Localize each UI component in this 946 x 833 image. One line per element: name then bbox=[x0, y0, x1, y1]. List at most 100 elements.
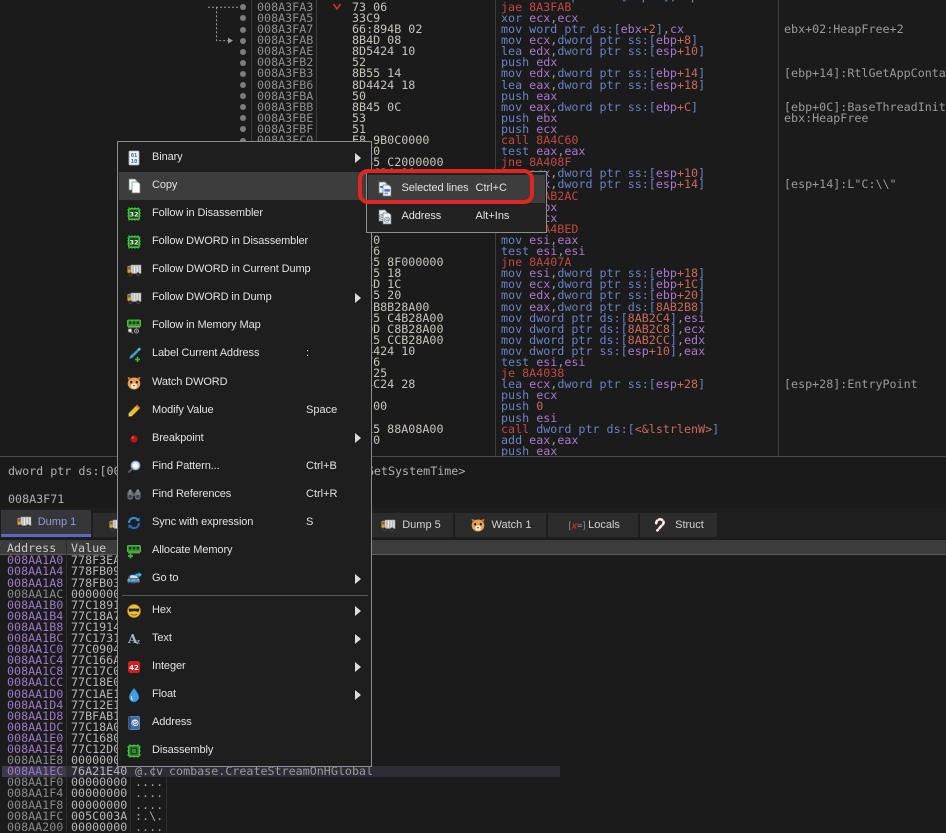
binary-icon: 01 10 bbox=[126, 150, 142, 166]
instruction-comment: ebx+02:HeapFree+2 bbox=[784, 24, 904, 36]
submenu-arrow-icon bbox=[355, 690, 361, 700]
tab-dump-5[interactable]: Dump 5 bbox=[368, 513, 453, 537]
instruction-token: esp bbox=[656, 44, 677, 58]
context-menu: 01 10Binary Copy 32Follow in Disassemble… bbox=[117, 141, 372, 767]
breakpoint-gutter-dot[interactable] bbox=[240, 60, 246, 66]
highlight-annotation bbox=[358, 169, 534, 204]
instruction-token: dword ptr ss:[ bbox=[557, 377, 656, 391]
instruction-token: +C bbox=[677, 100, 691, 114]
dump-icon bbox=[16, 514, 32, 530]
copy-address-icon: @ @ bbox=[377, 209, 393, 225]
tab-locals[interactable]: [ x = ]Locals bbox=[548, 513, 638, 537]
breakpoint-gutter-dot[interactable] bbox=[240, 104, 246, 110]
menu-item-breakpoint[interactable]: Breakpoint bbox=[119, 425, 371, 453]
menu-item-sync-with-expression[interactable]: Sync with expressionS bbox=[119, 509, 371, 537]
menu-item-integer[interactable]: 42Integer bbox=[119, 653, 371, 681]
menu-item-go-to[interactable]: Go to bbox=[119, 565, 371, 593]
menu-item-watch-dword[interactable]: Watch DWORD bbox=[119, 369, 371, 397]
tab-watch-1[interactable]: Watch 1 bbox=[455, 513, 546, 537]
tab-label: Struct bbox=[675, 519, 704, 531]
memmap-icon bbox=[126, 318, 142, 334]
menu-item-modify-value[interactable]: Modify ValueSpace bbox=[119, 397, 371, 425]
menu-item-find-references[interactable]: Find ReferencesCtrl+R bbox=[119, 481, 371, 509]
instruction-token: ] bbox=[698, 177, 705, 191]
menu-item-disassembly[interactable]: Disassembly bbox=[119, 737, 371, 765]
label-icon bbox=[126, 346, 142, 362]
svg-text:32: 32 bbox=[129, 211, 138, 219]
tab-label: Dump 5 bbox=[402, 519, 441, 531]
dump-value: 00000000 bbox=[71, 822, 127, 833]
menu-item-follow-in-disassembler[interactable]: 32Follow in Disassembler bbox=[119, 200, 371, 228]
breakpoint-gutter-dot[interactable] bbox=[240, 82, 246, 88]
menu-item-find-pattern[interactable]: Find Pattern...Ctrl+B bbox=[119, 453, 371, 481]
menu-item-copy[interactable]: Copy bbox=[119, 172, 371, 200]
menu-item-label: Disassembly bbox=[152, 744, 213, 756]
menu-item-label: Float bbox=[152, 688, 176, 700]
submenu-item-label: Address bbox=[402, 210, 442, 222]
info-panel-address: 008A3F71 bbox=[8, 492, 64, 506]
menu-item-label: Find References bbox=[152, 488, 231, 500]
integer-icon: 42 bbox=[126, 659, 142, 675]
dump-row[interactable]: 008AA20000000000.... bbox=[0, 822, 946, 833]
submenu-arrow-icon bbox=[355, 293, 361, 303]
submenu-item-shortcut: Alt+Ins bbox=[476, 210, 510, 222]
instruction-token: +10 bbox=[649, 344, 670, 358]
menu-item-label-current-address[interactable]: Label Current Address: bbox=[119, 340, 371, 368]
menu-item-follow-dword-in-dump[interactable]: Follow DWORD in Dump bbox=[119, 284, 371, 312]
float-icon bbox=[126, 687, 142, 703]
menu-item-shortcut: : bbox=[306, 347, 309, 359]
instruction-token: esp bbox=[656, 377, 677, 391]
dump-comment: combase.CreateStreamOnHGlobal bbox=[169, 766, 373, 777]
instruction-token: +28 bbox=[677, 377, 698, 391]
menu-item-allocate-memory[interactable]: Allocate Memory bbox=[119, 537, 371, 565]
breakpoint-gutter-dot[interactable] bbox=[240, 115, 246, 121]
menu-item-float[interactable]: Float bbox=[119, 681, 371, 709]
instruction-comment: [esp+28]:EntryPoint bbox=[784, 379, 918, 391]
breakpoint-gutter-dot[interactable] bbox=[240, 27, 246, 33]
menu-item-shortcut: Space bbox=[306, 404, 337, 416]
svg-text:z: z bbox=[136, 637, 140, 646]
menu-item-hex[interactable]: Hex bbox=[119, 597, 371, 625]
breakpoint-gutter-dot[interactable] bbox=[240, 15, 246, 21]
menu-item-follow-dword-in-current-dump[interactable]: Follow DWORD in Current Dump bbox=[119, 256, 371, 284]
breakpoint-gutter-dot[interactable] bbox=[240, 49, 246, 55]
instruction-token: esi bbox=[564, 355, 585, 369]
text-icon: A z bbox=[126, 631, 142, 647]
menu-item-label: Address bbox=[152, 716, 192, 728]
instruction-token: +10 bbox=[677, 44, 698, 58]
tab-struct[interactable]: Struct bbox=[640, 513, 717, 537]
instruction-comment: [esp+14]:L"C:\\" bbox=[784, 179, 897, 191]
goto-icon bbox=[126, 571, 142, 587]
menu-item-label: Watch DWORD bbox=[152, 376, 228, 388]
instruction-comment: ebx:HeapFree bbox=[784, 113, 868, 125]
menu-item-label: Follow DWORD in Current Dump bbox=[152, 263, 311, 275]
tab-dump-1[interactable]: Dump 1 bbox=[1, 510, 91, 537]
chip32-icon: 32 bbox=[126, 234, 142, 250]
menu-item-binary[interactable]: 01 10Binary bbox=[119, 144, 371, 172]
menu-item-label: Go to bbox=[152, 572, 178, 584]
breakpoint-gutter-dot[interactable] bbox=[240, 38, 246, 44]
breakpoint-gutter-dot[interactable] bbox=[240, 93, 246, 99]
instruction-token: esp bbox=[628, 344, 649, 358]
submenu-item-address[interactable]: @ @ Address Alt+Ins bbox=[368, 203, 545, 231]
menu-item-label: Allocate Memory bbox=[152, 544, 232, 556]
breakpoint-gutter-dot[interactable] bbox=[240, 71, 246, 77]
instruction-token: +14 bbox=[677, 177, 698, 191]
struct-icon bbox=[653, 517, 669, 533]
breakpoint-gutter-dot[interactable] bbox=[240, 126, 246, 132]
menu-item-address[interactable]: @Address bbox=[119, 709, 371, 737]
menu-item-follow-in-memory-map[interactable]: Follow in Memory Map bbox=[119, 312, 371, 340]
dump-header-address: Address bbox=[7, 541, 56, 555]
menu-item-text[interactable]: A zText bbox=[119, 625, 371, 653]
menu-item-follow-dword-in-disassembler[interactable]: 32Follow DWORD in Disassembler bbox=[119, 228, 371, 256]
dump-header-value: Value bbox=[71, 541, 106, 555]
chip32-icon: 32 bbox=[126, 206, 142, 222]
find-references-icon bbox=[126, 487, 142, 503]
menu-item-label: Copy bbox=[152, 179, 177, 191]
breakpoint-gutter-dot[interactable] bbox=[240, 4, 246, 10]
instruction-token: ] bbox=[698, 44, 705, 58]
instruction-token: dword ptr ss:[ bbox=[557, 78, 656, 92]
dump-ascii: .... bbox=[135, 822, 163, 833]
instruction-token: dword ptr ss:[ bbox=[557, 44, 656, 58]
menu-item-label: Find Pattern... bbox=[152, 460, 220, 472]
